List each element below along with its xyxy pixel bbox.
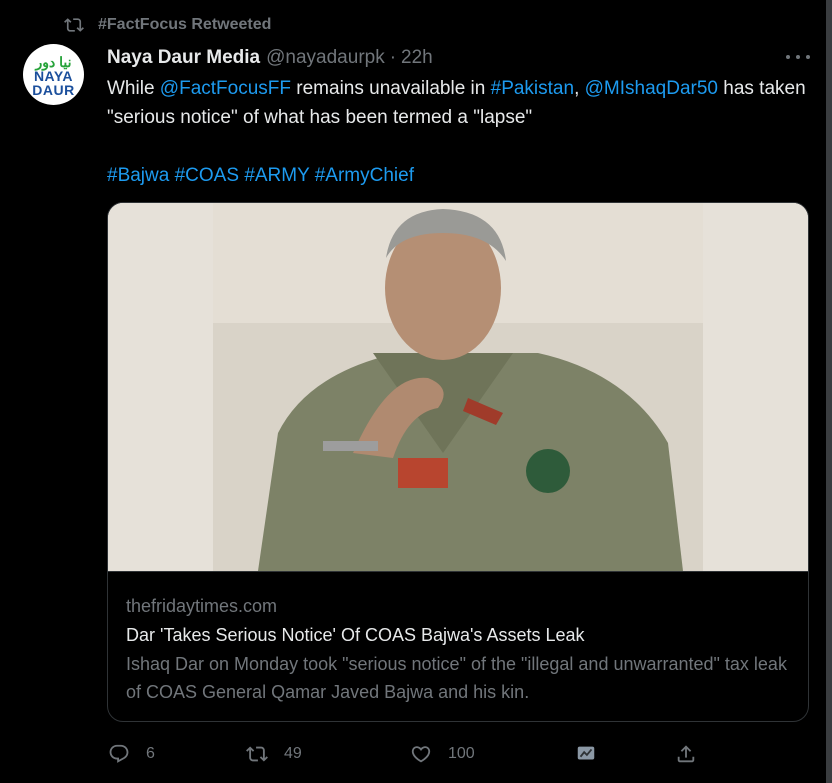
window-edge	[826, 0, 832, 783]
separator-dot: ·	[389, 47, 397, 68]
hashtag-coas[interactable]: #COAS	[175, 165, 239, 186]
card-title: Dar 'Takes Serious Notice' Of COAS Bajwa…	[126, 625, 585, 645]
more-icon	[786, 55, 790, 59]
retweet-banner-text: #FactFocus Retweeted	[98, 16, 272, 33]
analytics-button[interactable]	[575, 738, 597, 770]
avatar[interactable]: نیا دور NAYA DAUR	[23, 44, 84, 105]
analytics-icon	[577, 746, 595, 760]
retweet-count: 49	[284, 745, 302, 762]
card-photo	[108, 203, 808, 571]
share-icon	[677, 745, 695, 763]
card-info: thefridaytimes.com Dar 'Takes Serious No…	[108, 571, 808, 721]
like-button[interactable]: 100	[410, 738, 475, 770]
retweet-banner[interactable]: #FactFocus Retweeted	[64, 14, 272, 36]
tweet-body: While @FactFocusFF remains unavailable i…	[107, 78, 806, 128]
like-icon	[411, 746, 431, 763]
card-image[interactable]	[108, 203, 808, 571]
hashtag-army[interactable]: #ARMY	[244, 165, 309, 186]
avatar-logo-naya: NAYA	[33, 67, 74, 84]
tweet-header: Naya Daur Media @nayadaurpk · 22h	[107, 46, 433, 70]
like-count: 100	[448, 745, 475, 762]
reply-count: 6	[146, 745, 155, 762]
tweet-actions: 6 49 100	[0, 738, 832, 770]
hashtag-pakistan[interactable]: #Pakistan	[491, 78, 574, 99]
hashtag-bajwa[interactable]: #Bajwa	[107, 165, 169, 186]
tweet-hashtags: #Bajwa #COAS #ARMY #ArmyChief	[107, 161, 819, 190]
author-handle[interactable]: @nayadaurpk	[266, 47, 385, 69]
reply-button[interactable]: 6	[108, 738, 155, 770]
hashtag-armychief[interactable]: #ArmyChief	[315, 165, 414, 186]
author-name[interactable]: Naya Daur Media	[107, 47, 260, 69]
link-card[interactable]: thefridaytimes.com Dar 'Takes Serious No…	[107, 202, 809, 722]
more-options-button[interactable]	[786, 49, 810, 65]
retweet-button[interactable]: 49	[246, 738, 302, 770]
reply-icon	[109, 744, 129, 763]
tweet-text: While @FactFocusFF remains unavailable i…	[107, 74, 819, 190]
share-button[interactable]	[675, 738, 697, 770]
card-description: Ishaq Dar on Monday took "serious notice…	[126, 654, 787, 702]
retweet-action-icon	[246, 746, 268, 762]
mention-factfocusff[interactable]: @FactFocusFF	[160, 78, 291, 99]
card-domain: thefridaytimes.com	[126, 596, 278, 616]
mention-mishaqdar50[interactable]: @MIshaqDar50	[585, 78, 718, 99]
avatar-logo-urdu: نیا دور	[35, 53, 72, 70]
tweet-timestamp[interactable]: 22h	[401, 47, 433, 69]
avatar-logo-daur: DAUR	[32, 81, 75, 98]
retweet-icon	[64, 18, 84, 32]
